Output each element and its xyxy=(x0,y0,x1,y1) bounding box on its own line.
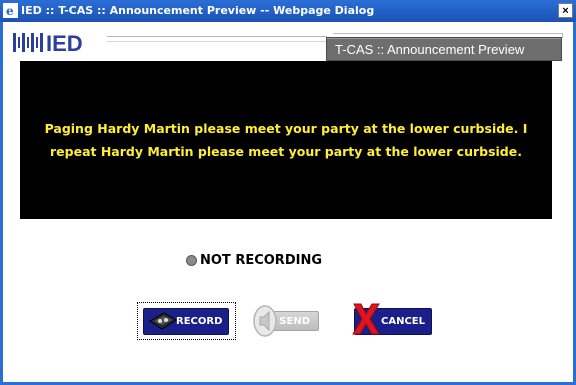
ie-icon: e xyxy=(3,3,18,18)
recording-status-text: NOT RECORDING xyxy=(200,253,322,268)
svg-text:e: e xyxy=(6,4,14,18)
status-dot-icon xyxy=(186,255,197,266)
ied-logo: IED xyxy=(13,31,83,55)
speaker-icon xyxy=(253,305,277,337)
record-button-label: RECORD xyxy=(176,316,223,327)
recording-status: NOT RECORDING xyxy=(186,253,322,268)
announcement-preview: Paging Hardy Martin please meet your par… xyxy=(20,61,552,219)
cancel-button-label: CANCEL xyxy=(381,316,425,327)
close-icon[interactable]: × xyxy=(558,3,573,18)
window-titlebar: e IED :: T-CAS :: Announcement Preview -… xyxy=(0,0,576,22)
tape-icon xyxy=(149,312,177,330)
x-icon xyxy=(352,303,380,335)
header-rule xyxy=(107,36,327,37)
header-rule xyxy=(107,41,327,42)
announcement-text: Paging Hardy Martin please meet your par… xyxy=(44,121,528,159)
logo-text: IED xyxy=(46,31,83,55)
page-title: T-CAS :: Announcement Preview xyxy=(326,37,562,61)
window-title: IED :: T-CAS :: Announcement Preview -- … xyxy=(21,4,375,17)
